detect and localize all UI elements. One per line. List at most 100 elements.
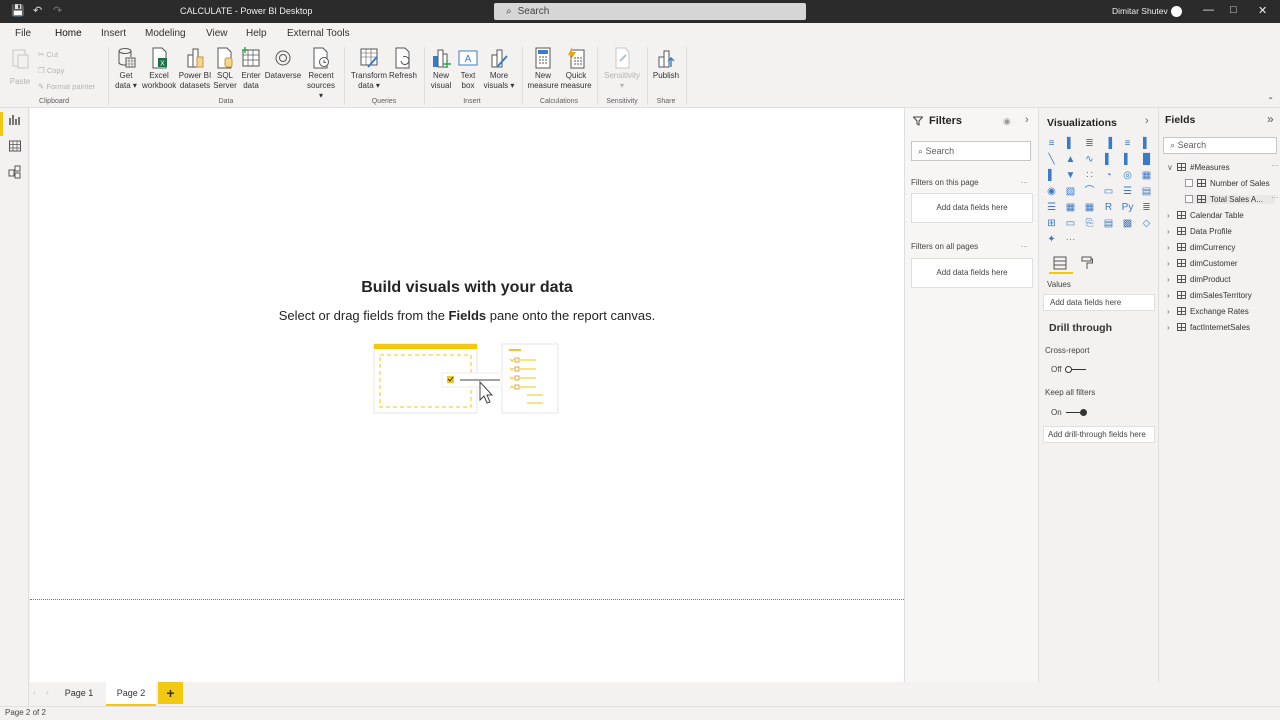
field-table-6[interactable]: › dimSalesTerritory [1167,291,1252,300]
chevron-right-icon[interactable]: › [1167,275,1177,284]
100-stacked-bar-chart-icon[interactable]: ≡ [1121,138,1134,150]
report-canvas[interactable]: Build visuals with your data Select or d… [30,108,904,682]
field-table-3[interactable]: › dimCurrency [1167,243,1235,252]
card-icon[interactable]: ▭ [1102,186,1115,198]
chevron-right-icon[interactable]: › [1167,243,1177,252]
field-item[interactable]: Number of Sales [1185,179,1275,188]
filters-page-drop-zone[interactable]: Add data fields here [911,193,1033,223]
treemap-icon[interactable]: ▦ [1140,170,1153,182]
slicer-icon[interactable]: ☰ [1045,202,1058,214]
line-clustered-column-chart-icon[interactable]: ▌ [1121,154,1134,166]
tab-modeling[interactable]: Modeling [145,28,186,39]
kpi-icon[interactable]: ▤ [1140,186,1153,198]
field-table-1[interactable]: › Calendar Table [1167,211,1244,220]
page-tab-1[interactable]: Page 1 [56,682,102,706]
more-options-icon[interactable]: ··· [1271,161,1279,170]
avatar[interactable] [1171,6,1182,17]
chevron-right-icon[interactable]: › [1167,291,1177,300]
values-drop-zone[interactable]: Add data fields here [1043,294,1155,311]
matrix-icon[interactable]: ▦ [1083,202,1096,214]
chevron-down-icon[interactable]: ∨ [1167,163,1177,172]
sql-server-button[interactable]: SQL Server [213,47,237,91]
field-table-7[interactable]: › Exchange Rates [1167,307,1249,316]
line-column-chart-icon[interactable]: ▌ [1102,154,1115,166]
new-measure-button[interactable]: New measure [526,47,560,91]
model-view-icon[interactable] [8,165,22,179]
clustered-bar-chart-icon[interactable]: ≣ [1083,138,1096,150]
field-checkbox[interactable] [1185,195,1193,203]
transform-data-button[interactable]: Transform data ▾ [350,47,388,91]
publish-button[interactable]: Publish [651,47,681,81]
collapse-ribbon-icon[interactable]: ⌃ [1267,96,1274,105]
field-table-0[interactable]: ∨ #Measures [1167,163,1230,172]
sensitivity-button[interactable]: Sensitivity ▾ [602,47,642,91]
python-visual-icon[interactable]: Py [1121,202,1134,214]
more-options-icon[interactable]: ... [1021,176,1028,185]
key-influencers-icon[interactable]: ≣ [1140,202,1153,214]
line-chart-icon[interactable]: ╲ [1045,154,1058,166]
power-bi-datasets-button[interactable]: Power BI datasets [178,47,212,91]
stacked-area-chart-icon[interactable]: ∿ [1083,154,1096,166]
close-icon[interactable]: ✕ [1258,4,1267,17]
tab-file[interactable]: File [15,28,31,39]
format-painter-button[interactable]: ✎ Format painter [38,82,95,91]
map-icon[interactable]: ◉ [1045,186,1058,198]
minimize-icon[interactable]: — [1203,4,1214,16]
more-visuals-ellipsis-icon[interactable]: ··· [1064,234,1077,246]
r-visual-icon[interactable]: R [1102,202,1115,214]
funnel-chart-icon[interactable]: ▼ [1064,170,1077,182]
field-table-4[interactable]: › dimCustomer [1167,259,1238,268]
gauge-icon[interactable]: ⌒ [1083,186,1096,198]
save-icon[interactable]: 💾 [11,4,25,17]
refresh-button[interactable]: Refresh [388,47,418,81]
power-apps-icon[interactable]: ▩ [1121,218,1134,230]
power-automate-icon[interactable]: ◇ [1140,218,1153,230]
ribbon-chart-icon[interactable]: █ [1140,154,1153,166]
text-box-button[interactable]: A Text box [456,47,480,91]
filled-map-icon[interactable]: ▧ [1064,186,1077,198]
chevron-right-icon[interactable]: › [1167,227,1177,236]
waterfall-chart-icon[interactable]: ▌ [1045,170,1058,182]
scatter-chart-icon[interactable]: ∷ [1083,170,1096,182]
donut-chart-icon[interactable]: ◎ [1121,170,1134,182]
keep-all-filters-toggle[interactable]: On [1051,408,1087,417]
recent-sources-button[interactable]: Recent sources ▾ [305,47,337,101]
dataverse-button[interactable]: Dataverse [264,47,302,81]
user-name[interactable]: Dimitar Shutev [1112,6,1168,16]
stacked-bar-chart-icon[interactable]: ≡ [1045,138,1058,150]
decomposition-tree-icon[interactable]: ⊞ [1045,218,1058,230]
tab-external-tools[interactable]: External Tools [287,28,350,39]
chevron-right-icon[interactable]: › [1167,211,1177,220]
tab-view[interactable]: View [206,28,228,39]
get-data-button[interactable]: Get data ▾ [113,47,139,91]
fields-well-icon[interactable] [1053,256,1067,270]
qa-icon[interactable]: ▭ [1064,218,1077,230]
eye-icon[interactable]: ◉ [1003,116,1011,127]
fields-search-input[interactable]: ⌕ Search [1163,137,1277,154]
add-page-button[interactable]: + [158,682,183,704]
stacked-column-chart-icon[interactable]: ▌ [1064,138,1077,150]
field-item[interactable]: Total Sales A... [1185,195,1275,204]
drill-through-drop-zone[interactable]: Add drill-through fields here [1043,426,1155,443]
cross-report-toggle[interactable]: Off [1051,365,1086,374]
paginated-report-icon[interactable]: ▤ [1102,218,1115,230]
data-view-icon[interactable] [8,139,22,153]
excel-workbook-button[interactable]: X Excel workbook [142,47,176,91]
field-checkbox[interactable] [1185,179,1193,187]
chevron-right-icon[interactable]: › [1167,307,1177,316]
100-stacked-column-chart-icon[interactable]: ▌ [1140,138,1153,150]
enter-data-button[interactable]: Enter data [240,47,262,91]
table-icon[interactable]: ▦ [1064,202,1077,214]
filters-all-pages-drop-zone[interactable]: Add data fields here [911,258,1033,288]
multi-row-card-icon[interactable]: ☰ [1121,186,1134,198]
copy-button[interactable]: ❐ Copy [38,66,64,75]
title-search-box[interactable]: ⌕ Search [494,3,806,20]
format-paintroller-icon[interactable] [1081,256,1093,270]
field-table-8[interactable]: › factInternetSales [1167,323,1250,332]
tab-insert[interactable]: Insert [101,28,126,39]
chevron-right-icon[interactable]: › [1167,323,1177,332]
more-visuals-button[interactable]: More visuals ▾ [483,47,515,91]
field-table-2[interactable]: › Data Profile [1167,227,1232,236]
collapse-filters-chevron-icon[interactable]: › [1025,114,1029,126]
undo-icon[interactable]: ↶ [33,4,42,17]
